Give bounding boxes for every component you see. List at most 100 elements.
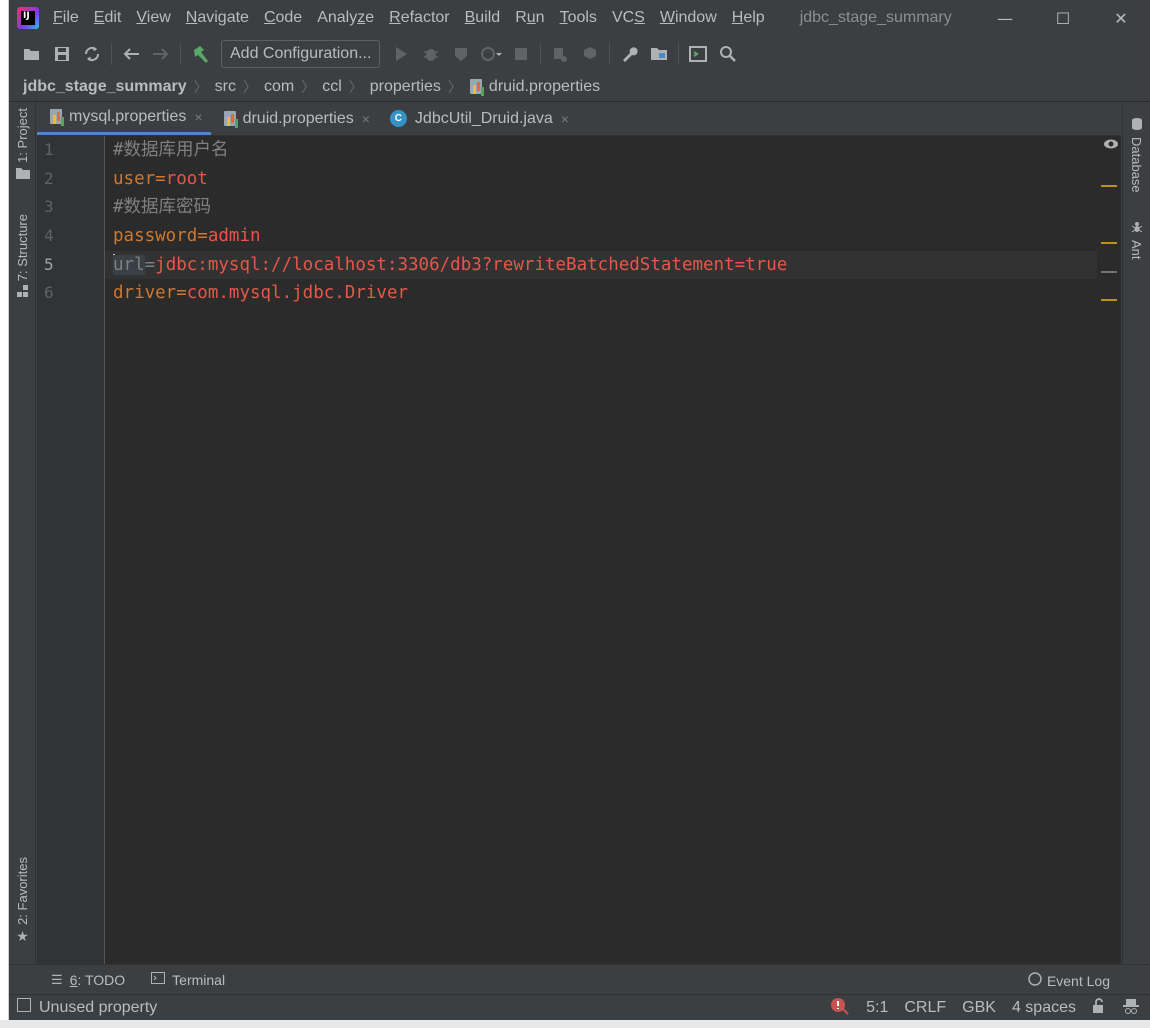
sync-icon[interactable]	[77, 40, 107, 68]
editor-tabs: mysql.properties × druid.properties × C …	[37, 102, 1121, 136]
breadcrumb-file[interactable]: druid.properties	[489, 78, 600, 96]
warning-marker[interactable]	[1101, 242, 1117, 244]
error-stripe[interactable]	[1097, 136, 1121, 964]
profile-icon[interactable]	[476, 40, 506, 68]
terminal-icon[interactable]	[683, 40, 713, 68]
toolbar-separator	[180, 43, 181, 65]
todo-tool-button[interactable]: ☰ 6 : TODO	[51, 972, 125, 988]
properties-file-icon	[223, 110, 239, 127]
forward-arrow-icon[interactable]	[146, 40, 176, 68]
minimize-button[interactable]: —	[976, 0, 1034, 36]
breadcrumb-ccl[interactable]: ccl	[322, 78, 342, 96]
menu-item[interactable]: Analyze	[317, 9, 374, 27]
tool-window-toggle-icon[interactable]	[17, 998, 31, 1017]
tool-tab-database[interactable]: Database	[1123, 114, 1150, 193]
bottom-tool-bar: ☰ 6 : TODO Terminal Event Log	[9, 964, 1150, 994]
stop-icon[interactable]	[506, 40, 536, 68]
terminal-tool-button[interactable]: Terminal	[151, 972, 225, 988]
attach-debugger-icon[interactable]	[545, 40, 575, 68]
code-line[interactable]: #数据库密码	[105, 193, 1097, 222]
tab-druid-properties[interactable]: druid.properties ×	[211, 102, 378, 135]
todo-number: 6	[69, 971, 78, 988]
tool-tab-ant[interactable]: Ant	[1123, 217, 1150, 260]
breadcrumb-src[interactable]: src	[215, 78, 236, 96]
property-value: jdbc:mysql://localhost:3306/db3?rewriteB…	[155, 254, 788, 275]
read-only-lock-icon[interactable]	[1092, 997, 1106, 1019]
breadcrumb-project[interactable]: jdbc_stage_summary	[23, 78, 187, 96]
reader-mode-eye-icon[interactable]	[1103, 138, 1119, 154]
code-line[interactable]: password=admin	[105, 222, 1097, 251]
indent-setting[interactable]: 4 spaces	[1012, 999, 1076, 1017]
menu-item[interactable]: Build	[465, 9, 501, 27]
code-line[interactable]: #数据库用户名	[105, 136, 1097, 165]
code-line[interactable]: user=root	[105, 165, 1097, 194]
breadcrumb-com[interactable]: com	[264, 78, 294, 96]
menu-item[interactable]: Edit	[94, 9, 122, 27]
ide-window: IJ File Edit View Navigate Code Analyze Refact…	[9, 0, 1150, 1020]
code-line[interactable]: driver=com.mysql.jdbc.Driver	[105, 279, 1097, 308]
save-icon[interactable]	[47, 40, 77, 68]
line-number: 1	[44, 140, 54, 159]
menu-item[interactable]: Refactor	[389, 9, 449, 27]
code-line-current[interactable]: url=jdbc:mysql://localhost:3306/db3?rewr…	[105, 250, 1097, 280]
build-hammer-icon[interactable]	[185, 40, 215, 68]
run-icon[interactable]	[386, 40, 416, 68]
warning-marker[interactable]	[1101, 299, 1117, 301]
tool-tab-favorites[interactable]: 2: Favorites ★	[9, 857, 36, 948]
event-log-button[interactable]: Event Log	[1027, 971, 1110, 990]
database-icon	[1131, 117, 1143, 134]
tab-mysql-properties[interactable]: mysql.properties ×	[37, 102, 211, 135]
event-log-label: Event Log	[1046, 972, 1110, 989]
menu-item[interactable]: Tools	[560, 9, 597, 27]
menu-item-mnemonic: R	[389, 9, 401, 26]
search-icon[interactable]	[713, 40, 743, 68]
inspection-error-icon[interactable]	[830, 997, 850, 1020]
warning-marker[interactable]	[1101, 185, 1117, 187]
deploy-icon[interactable]	[575, 40, 605, 68]
property-value: admin	[207, 226, 261, 247]
java-class-icon: C	[389, 110, 407, 127]
menu-item[interactable]: View	[136, 9, 170, 27]
project-structure-icon[interactable]	[644, 40, 674, 68]
menu-item[interactable]: VCS	[612, 9, 645, 27]
menu-item[interactable]: Code	[264, 9, 302, 27]
file-encoding[interactable]: GBK	[962, 999, 996, 1017]
tool-tab-project[interactable]: 1: Project	[9, 108, 36, 185]
menu-item-mnemonic: B	[464, 9, 476, 26]
inspector-hat-icon[interactable]	[1122, 997, 1140, 1020]
terminal-icon	[151, 972, 166, 987]
menu-item[interactable]: Run	[515, 9, 544, 27]
property-key: password	[113, 226, 198, 247]
settings-wrench-icon[interactable]	[614, 40, 644, 68]
open-folder-icon[interactable]	[17, 40, 47, 68]
code-area[interactable]: #数据库用户名 user=root #数据库密码 password=admin …	[105, 136, 1097, 308]
menu-item-text: indow	[674, 9, 717, 26]
line-separator[interactable]: CRLF	[904, 999, 946, 1017]
back-arrow-icon[interactable]	[116, 40, 146, 68]
menu-bar: File Edit View Navigate Code Analyze Refactor B…	[53, 9, 780, 27]
close-tab-icon[interactable]: ×	[194, 109, 202, 125]
close-tab-icon[interactable]: ×	[362, 111, 370, 127]
close-tab-icon[interactable]: ×	[561, 111, 569, 127]
tab-jdbcutil-druid-java[interactable]: C JdbcUtil_Druid.java ×	[378, 102, 577, 135]
menu-item-text: Analy	[317, 9, 358, 26]
menu-item[interactable]: Help	[732, 9, 765, 27]
add-configuration-button[interactable]: Add Configuration...	[221, 40, 381, 68]
line-number-gutter: 1 2 3 4 5 6	[37, 136, 105, 964]
code-editor[interactable]: 1 2 3 4 5 6 #数据库用户名 user=root #数据库密码 pas…	[37, 136, 1121, 964]
debug-icon[interactable]	[416, 40, 446, 68]
breadcrumb: jdbc_stage_summary 〉 src 〉 com 〉 ccl 〉 p…	[9, 72, 1150, 102]
caret-position[interactable]: 5:1	[866, 999, 888, 1017]
menu-item[interactable]: File	[53, 9, 79, 27]
coverage-icon[interactable]	[446, 40, 476, 68]
menu-item[interactable]: Navigate	[186, 9, 249, 27]
breadcrumb-properties[interactable]: properties	[370, 78, 441, 96]
menu-item[interactable]: Window	[660, 9, 717, 27]
close-window-button[interactable]: ✕	[1092, 0, 1150, 36]
tool-tab-structure[interactable]: 7: Structure	[9, 214, 36, 304]
maximize-button[interactable]: ☐	[1034, 0, 1092, 36]
line-number: 3	[44, 197, 54, 217]
property-key: driver	[113, 283, 177, 304]
line-number: 4	[44, 226, 54, 246]
unused-marker[interactable]	[1101, 271, 1117, 273]
